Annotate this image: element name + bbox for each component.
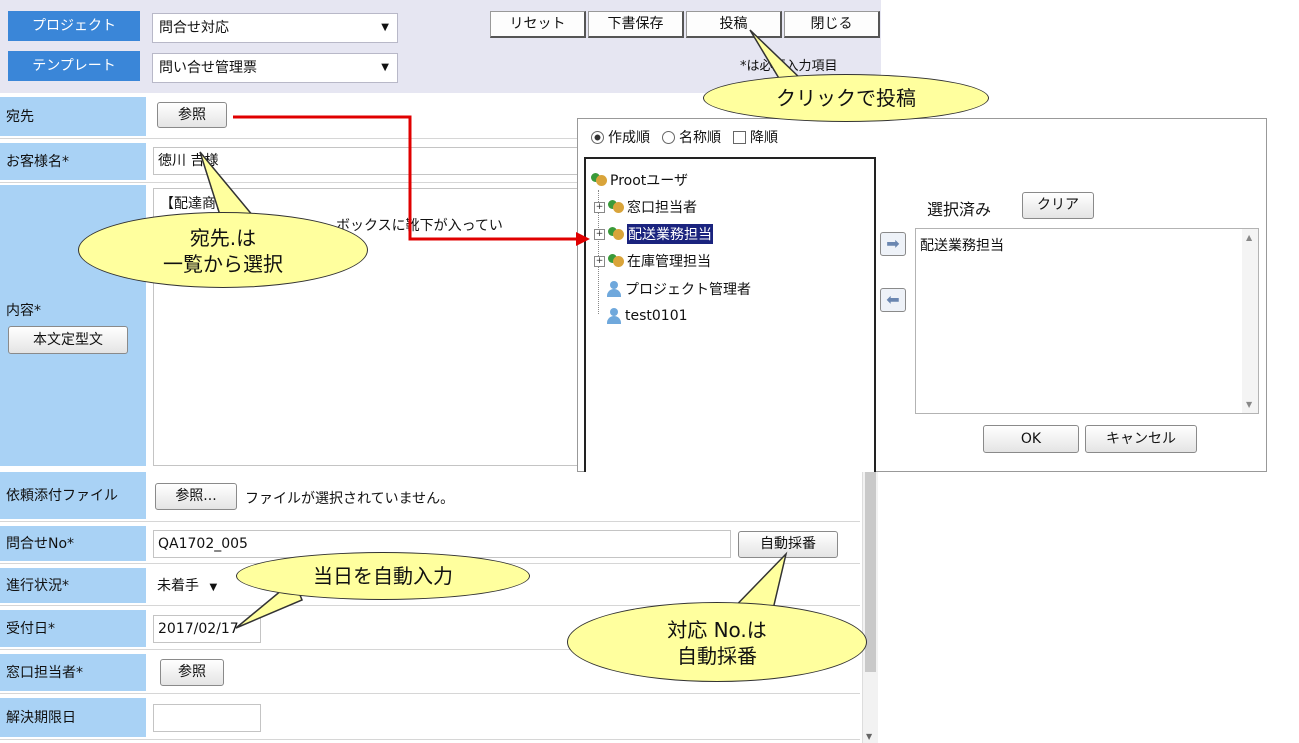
callout-recipient-line2: 一覧から選択 (163, 252, 283, 276)
callout-number-line2: 自動採番 (677, 644, 757, 668)
callout-recipient: 宛先.は 一覧から選択 (78, 212, 368, 288)
callout-today-text: 当日を自動入力 (313, 564, 453, 588)
callout-post: クリックで投稿 (703, 74, 989, 122)
callout-today: 当日を自動入力 (236, 552, 530, 600)
callout-post-text: クリックで投稿 (776, 86, 916, 110)
callout-recipient-line1: 宛先.は (189, 226, 257, 250)
callout-number: 対応 No.は 自動採番 (567, 602, 867, 682)
callout-number-line1: 対応 No.は (667, 618, 767, 642)
